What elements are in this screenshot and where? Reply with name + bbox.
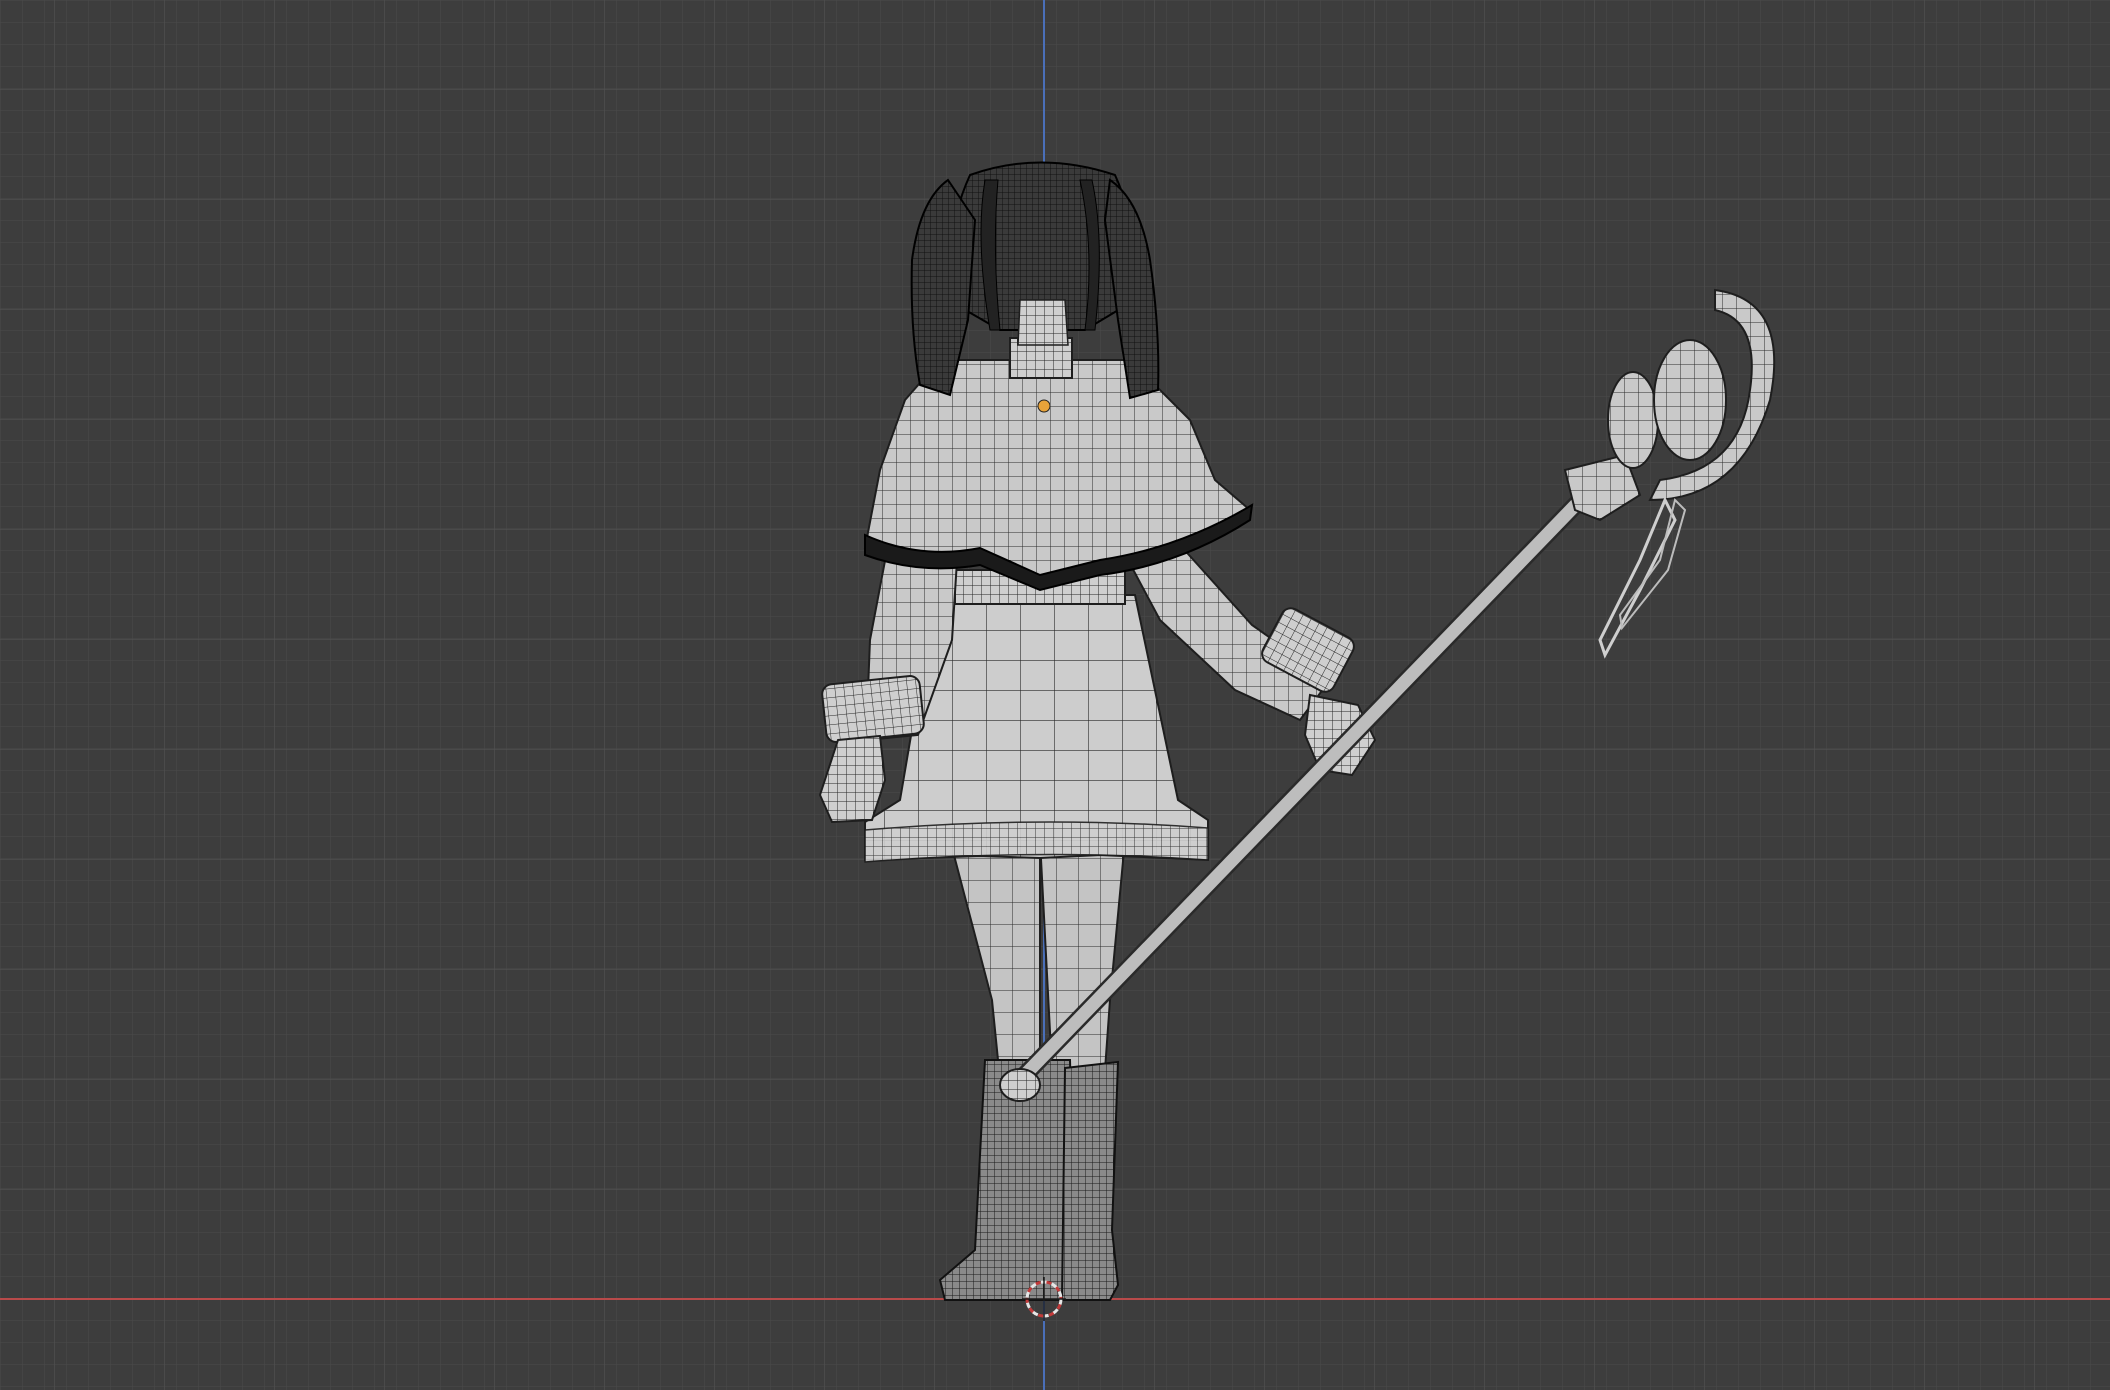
staff-end-cap <box>999 1068 1041 1102</box>
staff-head-orb <box>1607 371 1659 469</box>
neck <box>1017 299 1069 346</box>
staff-head-ring <box>1653 339 1727 461</box>
left-cuff <box>821 675 925 743</box>
object-origin-dot[interactable] <box>1037 399 1051 413</box>
3d-viewport[interactable] <box>0 0 2110 1390</box>
viewport-canvas[interactable] <box>0 0 2110 1390</box>
right-boot <box>1060 1060 1120 1301</box>
